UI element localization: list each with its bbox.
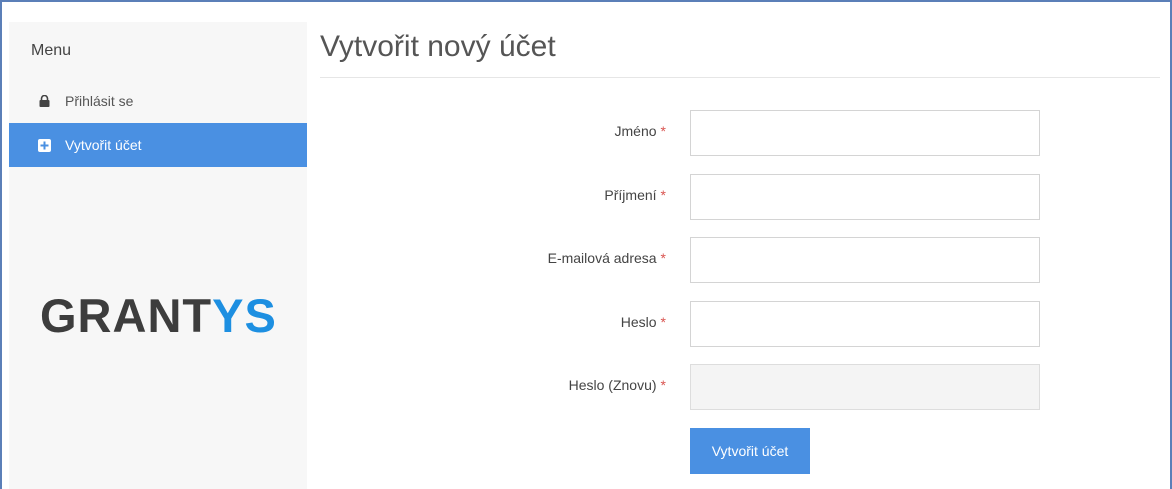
required-marker: * <box>660 187 666 203</box>
required-marker: * <box>660 250 666 266</box>
form-row-first-name: Jméno * <box>400 110 1040 156</box>
sidebar: Menu Přihlásit se Vytvořit účet GRANTYS <box>9 22 307 489</box>
grantys-logo: GRANTYS <box>40 289 277 342</box>
last-name-field[interactable] <box>690 174 1040 220</box>
first-name-label: Jméno * <box>614 123 666 139</box>
sidebar-item-login[interactable]: Přihlásit se <box>9 79 307 123</box>
plus-square-icon <box>37 138 51 152</box>
title-divider <box>320 77 1160 78</box>
form-row-last-name: Příjmení * <box>400 174 1040 220</box>
email-field[interactable] <box>690 237 1040 283</box>
email-label: E-mailová adresa * <box>547 250 666 266</box>
form-row-password-repeat: Heslo (Znovu) * <box>400 364 1040 410</box>
first-name-field[interactable] <box>690 110 1040 156</box>
sidebar-item-label: Vytvořit účet <box>65 137 142 153</box>
password-field[interactable] <box>690 301 1040 347</box>
sidebar-item-create-account[interactable]: Vytvořit účet <box>9 123 307 167</box>
sidebar-item-label: Přihlásit se <box>65 93 134 109</box>
form-row-email: E-mailová adresa * <box>400 237 1040 283</box>
required-marker: * <box>660 377 666 393</box>
required-marker: * <box>660 314 666 330</box>
password-repeat-label: Heslo (Znovu) * <box>568 377 666 393</box>
create-account-button[interactable]: Vytvořit účet <box>690 428 810 474</box>
password-label: Heslo * <box>620 314 666 330</box>
last-name-label: Příjmení * <box>604 187 666 203</box>
required-marker: * <box>660 123 666 139</box>
form-row-password: Heslo * <box>400 301 1040 347</box>
lock-icon <box>37 94 51 108</box>
sidebar-title: Menu <box>31 42 72 59</box>
page-title: Vytvořit nový účet <box>320 30 556 63</box>
password-repeat-field[interactable] <box>690 364 1040 410</box>
